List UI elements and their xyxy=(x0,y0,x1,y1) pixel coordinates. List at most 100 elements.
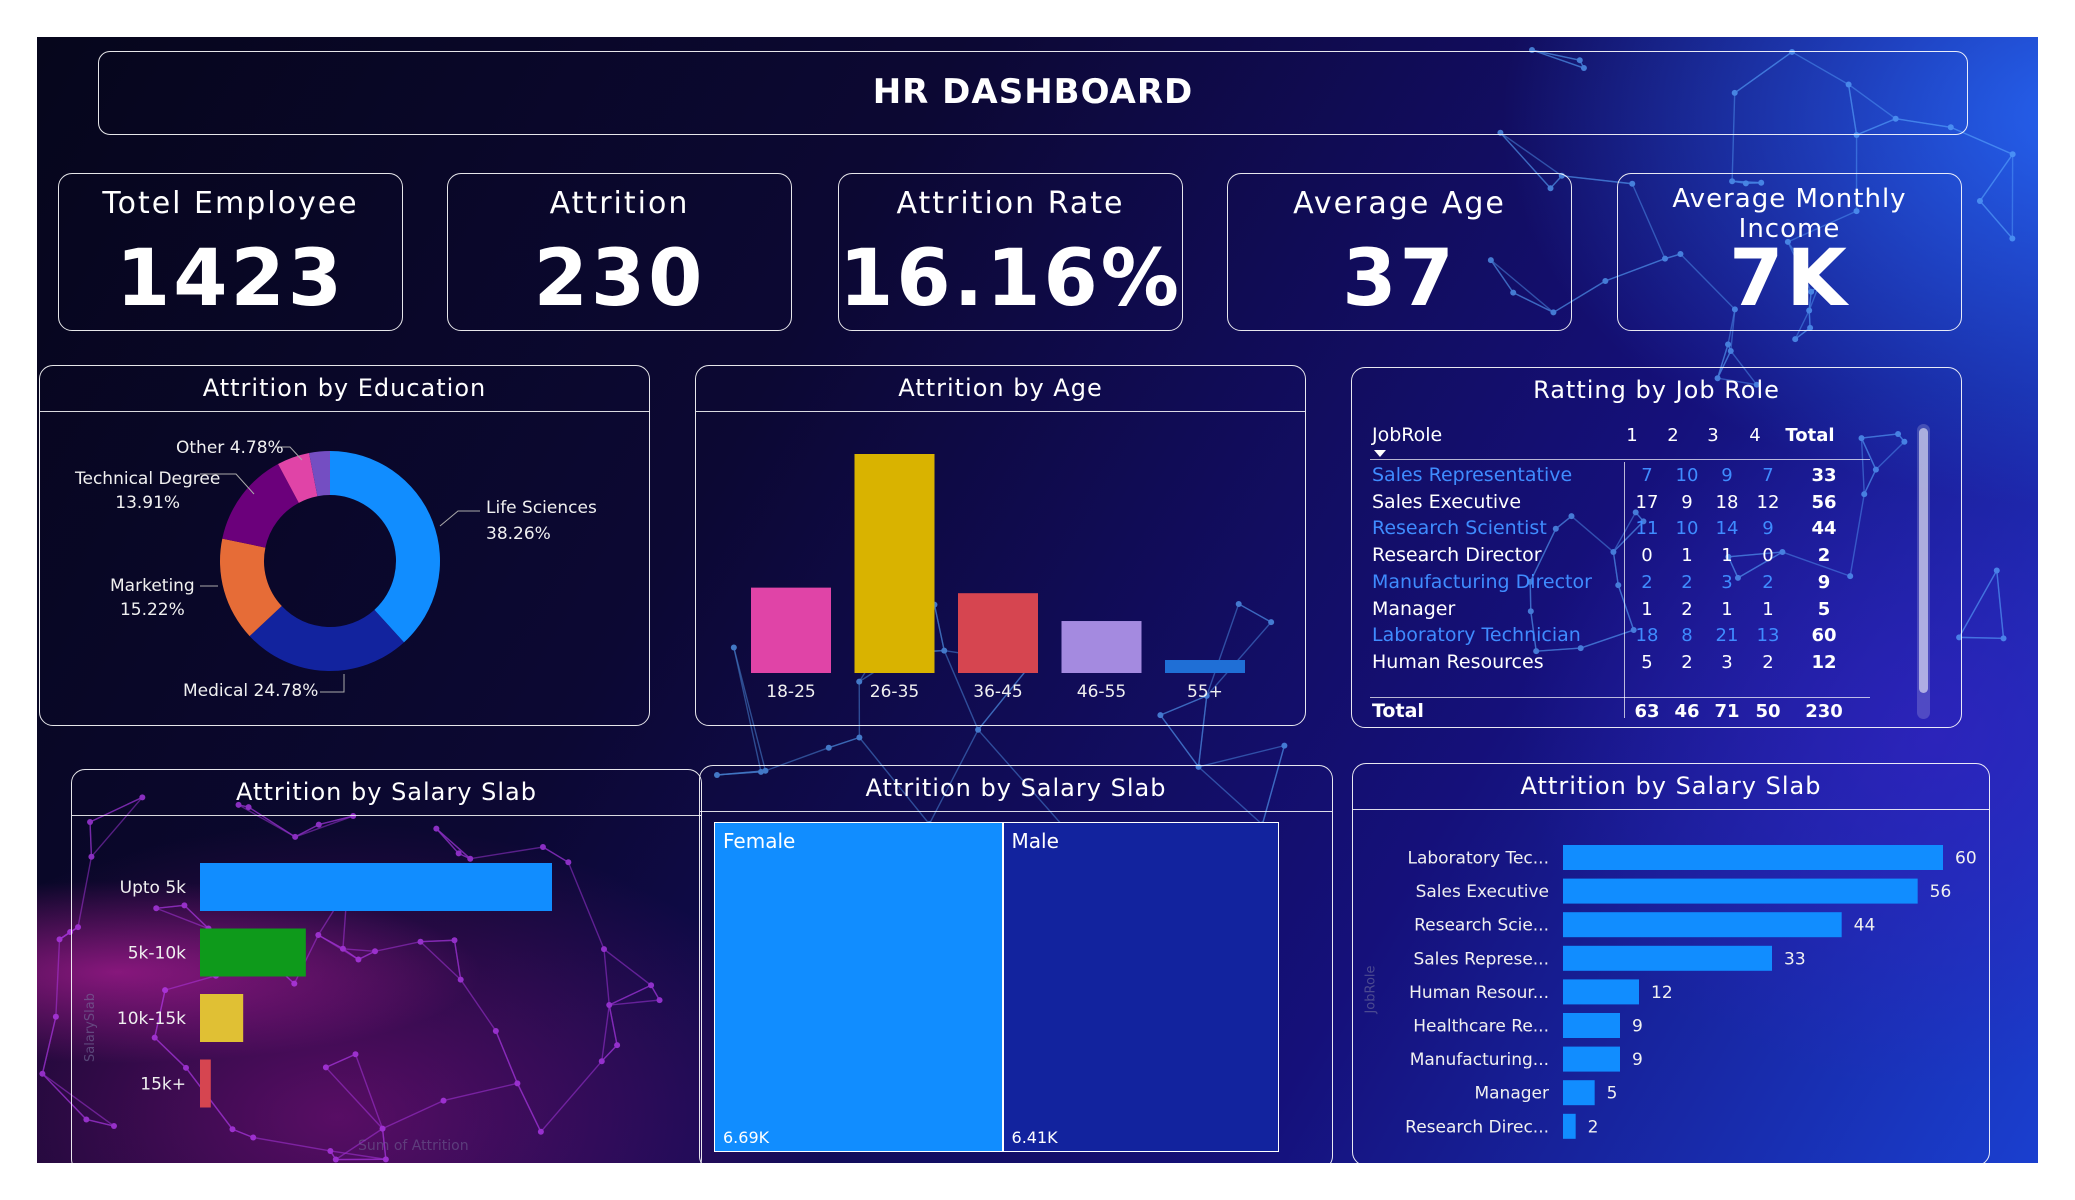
rating-cell: 2 xyxy=(1681,571,1693,593)
kpi-value: 37 xyxy=(1342,234,1457,324)
job-role-cell[interactable]: Manufacturing Director xyxy=(1372,571,1592,593)
salary-slab-bar-chart[interactable]: Upto 5k 5k-10k 10k-15k 15k+ xyxy=(72,770,703,1163)
rating-cell: 17 xyxy=(1635,491,1659,513)
age-column-panel[interactable]: Attrition by Age 18-25 26-35 36-45 46-55 55+ xyxy=(695,365,1306,726)
slice-pct: 15.22% xyxy=(119,600,185,620)
salary-bar[interactable] xyxy=(200,863,552,911)
job-role-bar-chart[interactable]: Laboratory Tec... 60 Sales Executive 56 Rese… xyxy=(1353,764,1991,1163)
row-total-cell: 2 xyxy=(1817,545,1831,567)
network-line xyxy=(828,736,860,749)
y-axis-title: JobRole xyxy=(1363,965,1379,1014)
kpi-label: Attrition Rate xyxy=(896,186,1125,221)
job-role-bar[interactable] xyxy=(1563,878,1918,904)
salary-bar[interactable] xyxy=(200,1059,211,1108)
salary-bar[interactable] xyxy=(200,994,244,1042)
age-column-chart[interactable]: 18-25 26-35 36-45 46-55 55+ xyxy=(696,366,1307,727)
matrix-header-underline xyxy=(1370,459,1870,460)
network-line xyxy=(1979,200,2013,239)
rating-cell: 3 xyxy=(1721,651,1733,673)
slice-name: Other xyxy=(176,438,225,458)
rating-cell: 10 xyxy=(1675,465,1699,486)
rating-cell: 2 xyxy=(1681,651,1693,673)
column-header-total[interactable]: Total xyxy=(1782,425,1838,446)
job-role-tick-label: Human Resour... xyxy=(1409,983,1549,1003)
age-bar[interactable] xyxy=(854,454,935,673)
job-role-tick-label: Sales Represe... xyxy=(1413,949,1549,969)
gender-treemap[interactable]: Female 6.69K Male 6.41K xyxy=(714,822,1279,1152)
column-header-jobrole[interactable]: JobRole xyxy=(1372,424,1442,446)
page-title: HR DASHBOARD xyxy=(872,72,1194,112)
job-role-tick-label: Sales Executive xyxy=(1416,882,1549,902)
job-role-tick-label: Manager xyxy=(1474,1084,1549,1104)
job-role-cell: Research Director xyxy=(1372,544,1542,567)
job-role-data-label: 5 xyxy=(1607,1084,1618,1104)
treemap-tile[interactable]: Male 6.41K xyxy=(1002,822,1279,1152)
column-header-rating-3[interactable]: 3 xyxy=(1698,425,1728,446)
slice-pct: 4.78% xyxy=(229,438,284,458)
age-bar[interactable] xyxy=(1061,621,1142,673)
salary-tick-label: 5k-10k xyxy=(128,944,186,964)
row-total-cell: 60 xyxy=(1811,625,1837,647)
job-role-bar[interactable] xyxy=(1563,912,1842,938)
salary-slab-bar-panel[interactable]: Attrition by Salary Slab Upto 5k 5k-10k 10… xyxy=(71,769,702,1163)
job-role-bar[interactable] xyxy=(1563,979,1639,1005)
salary-tick-label: 15k+ xyxy=(140,1075,186,1095)
slice-pct: 13.91% xyxy=(115,493,181,513)
age-bar[interactable] xyxy=(1165,660,1245,673)
row-total-cell: 33 xyxy=(1811,465,1837,486)
job-role-cell[interactable]: Research Scientist xyxy=(1372,517,1547,539)
column-header-rating-4[interactable]: 4 xyxy=(1740,425,1770,446)
column-header-rating-1[interactable]: 1 xyxy=(1617,425,1647,446)
treemap-tile-value: 6.41K xyxy=(1011,1128,1058,1147)
job-role-bar[interactable] xyxy=(1563,1013,1620,1038)
network-line xyxy=(55,939,61,1017)
kpi-card-average-age: Average Age 37 xyxy=(1227,173,1572,331)
treemap-tile-value: 6.69K xyxy=(723,1128,770,1147)
job-role-data-label: 2 xyxy=(1588,1117,1599,1137)
job-role-data-label: 12 xyxy=(1651,983,1673,1003)
age-tick-label: 46-55 xyxy=(1077,682,1126,702)
age-tick-label: 36-45 xyxy=(973,682,1022,702)
rating-cell: 2 xyxy=(1762,571,1774,593)
salary-bar[interactable] xyxy=(200,928,306,977)
sort-indicator-icon[interactable] xyxy=(1374,450,1386,457)
row-total-cell: 56 xyxy=(1811,491,1837,513)
matrix-scrollbar-thumb[interactable] xyxy=(1919,428,1928,693)
column-header-rating-2[interactable]: 2 xyxy=(1658,425,1688,446)
job-role-bar-panel[interactable]: Attrition by Salary Slab Laboratory Tec.… xyxy=(1352,763,1990,1163)
job-role-bar[interactable] xyxy=(1563,1046,1620,1072)
rating-cell: 3 xyxy=(1721,571,1733,593)
rating-cell: 1 xyxy=(1721,545,1733,567)
kpi-card-total-employee: Totel Employee 1423 xyxy=(58,173,403,331)
job-role-cell: Manager xyxy=(1372,597,1456,620)
kpi-label: Attrition xyxy=(549,186,690,221)
dashboard-canvas: HR DASHBOARD Totel Employee 1423 Attriti… xyxy=(37,37,2038,1163)
job-role-cell[interactable]: Sales Representative xyxy=(1372,464,1572,486)
row-total-cell: 44 xyxy=(1811,518,1837,540)
row-total-cell: 5 xyxy=(1817,598,1831,620)
age-bar[interactable] xyxy=(958,593,1038,673)
job-role-tick-label: Manufacturing... xyxy=(1410,1050,1549,1070)
donut-slice[interactable] xyxy=(330,451,440,643)
network-node xyxy=(1281,742,1288,749)
age-bar[interactable] xyxy=(751,587,831,673)
job-role-cell[interactable]: Laboratory Technician xyxy=(1372,624,1581,646)
job-role-bar[interactable] xyxy=(1563,1113,1576,1139)
matrix-scrollbar[interactable] xyxy=(1917,424,1930,719)
gender-treemap-panel[interactable]: Attrition by Salary Slab Female 6.69K Male… xyxy=(699,765,1333,1163)
education-donut-chart[interactable] xyxy=(40,366,651,727)
job-role-tick-label: Research Scie... xyxy=(1414,916,1549,936)
network-line xyxy=(1198,744,1285,768)
network-node xyxy=(52,1013,59,1020)
job-role-bar[interactable] xyxy=(1563,945,1772,971)
job-role-matrix-panel[interactable]: Ratting by Job Role JobRole 1 2 3 4 Tota… xyxy=(1351,367,1962,728)
rating-cell: 11 xyxy=(1635,518,1659,540)
treemap-tile[interactable]: Female 6.69K xyxy=(714,822,1003,1152)
leader-line xyxy=(320,674,345,693)
network-node xyxy=(1993,567,2000,574)
education-donut-panel[interactable]: Attrition by Education Other 4.78% Techn… xyxy=(39,365,650,726)
job-role-bar[interactable] xyxy=(1563,845,1943,870)
job-role-bar[interactable] xyxy=(1563,1080,1595,1106)
rating-cell: 7 xyxy=(1641,465,1653,486)
job-role-data-label: 44 xyxy=(1854,916,1876,936)
